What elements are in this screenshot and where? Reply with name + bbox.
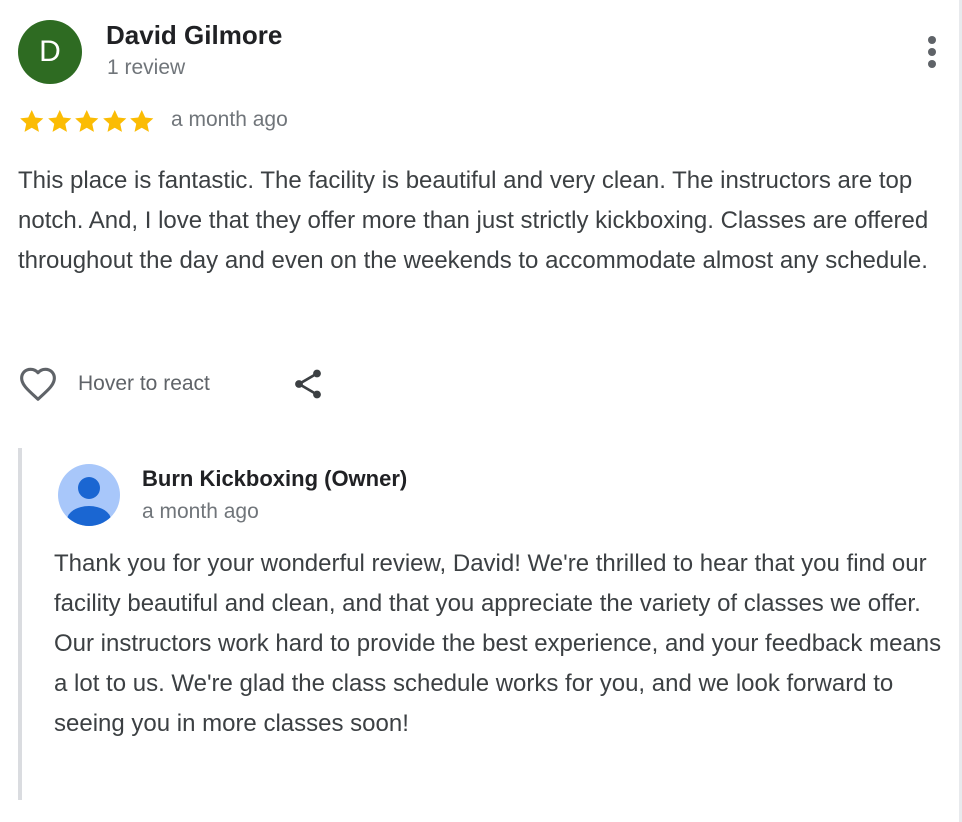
star-icon	[102, 110, 126, 132]
review-actions: Hover to react	[18, 362, 418, 406]
owner-avatar-glyph	[67, 477, 111, 526]
owner-reply-date: a month ago	[142, 500, 259, 523]
review-count: 1 review	[107, 56, 186, 79]
review-date: a month ago	[171, 108, 288, 131]
review-header: D David Gilmore 1 review	[18, 18, 948, 84]
share-icon[interactable]	[290, 366, 326, 402]
owner-name: Burn Kickboxing (Owner)	[142, 466, 408, 491]
reviewer-name[interactable]: David Gilmore	[106, 20, 282, 51]
heart-outline-icon[interactable]	[18, 366, 58, 402]
star-icon	[47, 110, 71, 132]
rating-row: a month ago	[18, 106, 618, 138]
more-options-button[interactable]	[916, 32, 948, 72]
star-icon	[75, 110, 99, 132]
review-text: This place is fantastic. The facility is…	[18, 167, 929, 274]
owner-reply-text: Thank you for your wonderful review, Dav…	[54, 550, 942, 737]
owner-reply: Burn Kickboxing (Owner) a month ago Than…	[18, 448, 952, 800]
more-vert-icon-dot	[928, 48, 936, 56]
react-label[interactable]: Hover to react	[78, 372, 210, 396]
star-rating	[18, 108, 156, 135]
more-vert-icon-dot	[928, 60, 936, 68]
star-icon	[130, 110, 154, 132]
avatar[interactable]: D	[18, 20, 82, 84]
review-card: D David Gilmore 1 review a month ago Thi…	[18, 18, 948, 401]
person-icon[interactable]	[58, 464, 120, 526]
star-icon	[20, 110, 44, 132]
more-vert-icon	[928, 36, 936, 44]
